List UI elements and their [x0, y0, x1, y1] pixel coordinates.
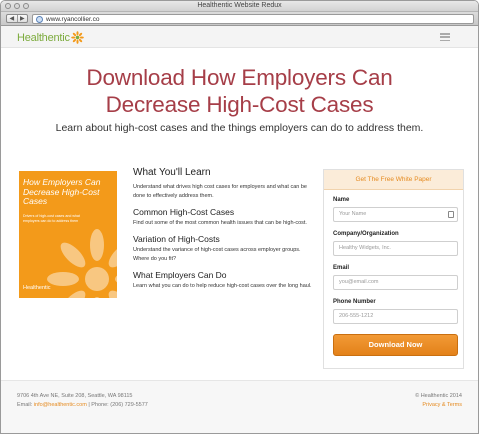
email-placeholder: you@email.com: [339, 279, 379, 285]
phone-label: Phone Number: [333, 299, 376, 305]
nav-buttons: ◀ ▶: [6, 14, 28, 23]
footer-email-label: Email:: [17, 401, 34, 408]
footer-contact: 9706 4th Ave NE, Suite 208, Seattle, WA …: [17, 392, 148, 409]
company-label: Company/Organization: [333, 231, 399, 237]
cover-logo: Healthentic: [23, 285, 51, 291]
cover-title: How Employers Can Decrease High-Cost Cas…: [23, 177, 101, 206]
name-placeholder: Your Name: [339, 211, 367, 217]
site-header: Healthentic: [1, 26, 478, 48]
footer-copyright: © Healthentic 2014: [415, 393, 462, 399]
footer-address: 9706 4th Ave NE, Suite 208, Seattle, WA …: [17, 393, 133, 399]
privacy-terms-link[interactable]: Privacy & Terms: [415, 401, 462, 410]
company-field[interactable]: Healthy Widgets, Inc.: [333, 241, 458, 256]
flower-icon: [71, 31, 84, 44]
url-text: www.ryancollier.co: [46, 16, 100, 23]
learn-section-body: Understand the variance of high-cost cas…: [133, 247, 301, 262]
email-label: Email: [333, 265, 350, 271]
phone-field[interactable]: 206-555-1212: [333, 309, 458, 324]
learn-intro: Understand what drives high cost cases f…: [133, 184, 307, 199]
white-paper-cover: How Employers Can Decrease High-Cost Cas…: [19, 171, 117, 298]
learn-section: What You'll Learn Understand what drives…: [133, 167, 313, 291]
site-logo[interactable]: Healthentic: [17, 31, 84, 44]
download-now-button[interactable]: Download Now: [333, 334, 458, 356]
form-heading: Get The Free White Paper: [324, 170, 463, 190]
forward-button[interactable]: ▶: [18, 15, 28, 22]
name-field[interactable]: Your Name: [333, 207, 458, 222]
hamburger-menu-icon[interactable]: [440, 33, 450, 41]
back-button[interactable]: ◀: [7, 15, 18, 22]
footer-email-link[interactable]: info@healthentic.com: [34, 402, 87, 408]
cover-flower-icon: [47, 229, 117, 298]
globe-icon: [36, 16, 43, 23]
headline-line-1: Download How Employers Can: [86, 65, 393, 90]
site-footer: 9706 4th Ave NE, Suite 208, Seattle, WA …: [1, 380, 478, 433]
browser-toolbar: ◀ ▶ www.ryancollier.co: [1, 12, 478, 26]
learn-heading: What You'll Learn: [133, 167, 211, 178]
footer-phone: | Phone: (206) 729-5577: [86, 401, 148, 408]
window-title: Healthentic Website Redux: [197, 2, 282, 9]
browser-window: Healthentic Website Redux ◀ ▶ www.ryanco…: [0, 0, 479, 434]
address-bar[interactable]: www.ryancollier.co: [32, 14, 474, 24]
learn-section-body: Find out some of the most common health …: [133, 220, 307, 226]
headline-line-2: Decrease High-Cost Cases: [105, 92, 374, 117]
contact-card-icon: [448, 211, 454, 218]
page-headline: Download How Employers Can Decrease High…: [1, 64, 478, 118]
email-field[interactable]: you@email.com: [333, 275, 458, 290]
learn-section-title: Variation of High-Costs: [133, 234, 220, 244]
window-titlebar: Healthentic Website Redux: [1, 1, 478, 12]
learn-section-title: What Employers Can Do: [133, 270, 227, 280]
footer-legal: © Healthentic 2014 Privacy & Terms: [415, 392, 462, 409]
phone-placeholder: 206-555-1212: [339, 313, 374, 319]
learn-section-body: Learn what you can do to help reduce hig…: [133, 283, 312, 289]
name-label: Name: [333, 197, 350, 203]
company-placeholder: Healthy Widgets, Inc.: [339, 245, 391, 251]
page-subhead: Learn about high-cost cases and the thin…: [55, 122, 424, 134]
cover-subtitle: Drivers of high-cost cases and what empl…: [23, 214, 80, 223]
logo-text: Healthentic: [17, 31, 70, 44]
learn-section-title: Common High-Cost Cases: [133, 207, 235, 217]
download-form: Get The Free White Paper Name Your Name …: [323, 169, 464, 369]
